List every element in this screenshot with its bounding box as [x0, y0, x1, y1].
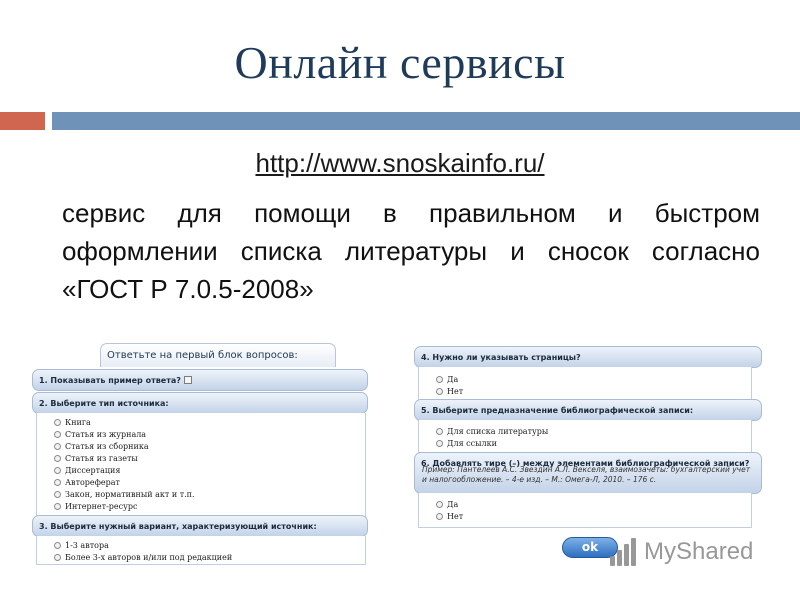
radio-icon[interactable]	[54, 503, 61, 510]
radio-icon[interactable]	[54, 554, 61, 561]
radio-icon[interactable]	[54, 419, 61, 426]
author-option[interactable]: 1-3 автора	[54, 541, 109, 550]
source-type-option[interactable]: Закон, нормативный акт и т.п.	[54, 490, 195, 499]
radio-icon[interactable]	[54, 467, 61, 474]
radio-icon[interactable]	[436, 428, 443, 435]
question-1-label: 1. Показывать пример ответа?	[39, 376, 181, 385]
author-option[interactable]: Более 3-х авторов и/или под редакцией	[54, 553, 232, 562]
slide-title: Онлайн сервисы	[234, 37, 566, 88]
question-4: 4. Нужно ли указывать страницы?	[414, 346, 762, 368]
source-type-option[interactable]: Книга	[54, 418, 91, 427]
form-panel-right: 4. Нужно ли указывать страницы? Да Нет 5…	[414, 343, 766, 565]
radio-icon[interactable]	[436, 388, 443, 395]
question-2-label: 2. Выберите тип источника:	[39, 399, 169, 408]
radio-icon[interactable]	[54, 443, 61, 450]
question-6-options	[418, 493, 752, 528]
question-block-tab: Ответьте на первый блок вопросов:	[100, 343, 336, 367]
radio-icon[interactable]	[54, 455, 61, 462]
form-panel-left: Ответьте на первый блок вопросов: 1. Пок…	[32, 343, 372, 565]
radio-icon[interactable]	[54, 431, 61, 438]
question-2: 2. Выберите тип источника:	[32, 392, 368, 414]
source-type-option[interactable]: Интернет-ресурс	[54, 502, 137, 511]
question-3: 3. Выберите нужный вариант, характеризую…	[32, 515, 368, 537]
question-1: 1. Показывать пример ответа?	[32, 369, 368, 391]
show-example-checkbox[interactable]	[183, 376, 192, 384]
radio-icon[interactable]	[54, 491, 61, 498]
source-type-option[interactable]: Статья из сборника	[54, 442, 149, 451]
radio-icon[interactable]	[436, 501, 443, 508]
radio-icon[interactable]	[436, 440, 443, 447]
dash-option[interactable]: Нет	[436, 512, 463, 521]
radio-icon[interactable]	[436, 513, 443, 520]
service-url-line: http://www.snoskainfo.ru/	[0, 148, 800, 179]
question-5: 5. Выберите предназначение библиографиче…	[414, 399, 762, 421]
pages-option[interactable]: Да	[436, 375, 458, 384]
source-type-option[interactable]: Статья из газеты	[54, 454, 138, 463]
myshared-logo-icon	[610, 538, 638, 566]
purpose-option[interactable]: Для ссылки	[436, 439, 497, 448]
source-type-option[interactable]: Диссертация	[54, 466, 120, 475]
question-6-example: Пример: Пантелеев А.С. Звездин А.Л. Векс…	[422, 465, 751, 484]
question-4-label: 4. Нужно ли указывать страницы?	[421, 353, 581, 362]
purpose-option[interactable]: Для списка литературы	[436, 427, 548, 436]
question-3-label: 3. Выберите нужный вариант, характеризую…	[39, 522, 317, 531]
pages-option[interactable]: Нет	[436, 387, 463, 396]
question-4-options	[418, 367, 752, 401]
title-rule-accent	[0, 112, 45, 130]
service-link[interactable]: http://www.snoskainfo.ru/	[255, 148, 544, 178]
source-type-option[interactable]: Автореферат	[54, 478, 120, 487]
title-rule	[52, 112, 800, 130]
question-5-options	[418, 420, 752, 453]
question-5-label: 5. Выберите предназначение библиографиче…	[421, 406, 694, 415]
watermark-text: MyShared	[644, 538, 754, 565]
dash-option[interactable]: Да	[436, 500, 458, 509]
radio-icon[interactable]	[436, 376, 443, 383]
radio-icon[interactable]	[54, 479, 61, 486]
source-type-option[interactable]: Статья из журнала	[54, 430, 146, 439]
service-description: сервис для помощи в правильном и быстром…	[62, 198, 760, 304]
myshared-watermark: MyShared	[610, 534, 770, 570]
radio-icon[interactable]	[54, 542, 61, 549]
